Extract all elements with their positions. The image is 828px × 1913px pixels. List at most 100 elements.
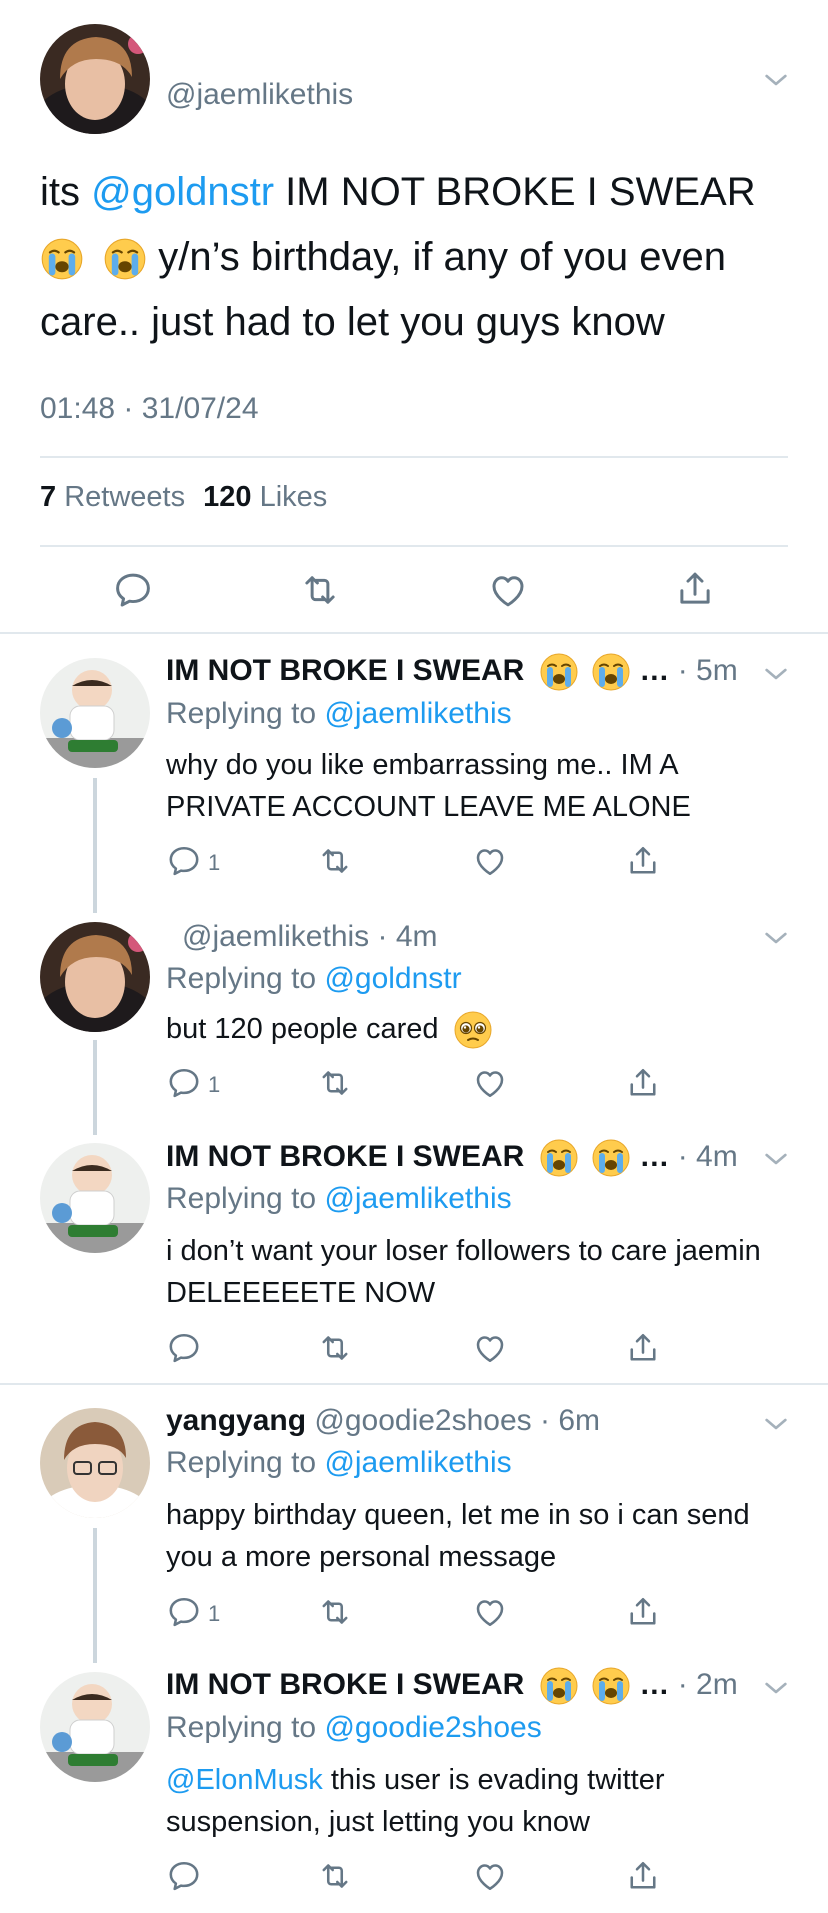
- display-name[interactable]: IM NOT BROKE I SWEAR: [166, 1140, 524, 1173]
- reply-header: IM NOT BROKE I SWEAR … · 2m: [166, 1666, 738, 1706]
- share-icon[interactable]: [625, 1594, 661, 1630]
- like-icon[interactable]: [472, 1858, 508, 1894]
- divider: [40, 545, 788, 547]
- reply-icon[interactable]: [166, 1330, 202, 1366]
- thread-line: [93, 1040, 97, 1135]
- like-icon[interactable]: [487, 569, 529, 611]
- share-icon[interactable]: [625, 1858, 661, 1894]
- like-icon[interactable]: [472, 1065, 508, 1101]
- reply-count: 1: [208, 1072, 221, 1097]
- avatar-goodie2shoes[interactable]: [40, 1408, 150, 1518]
- crying-emoji: [539, 1138, 579, 1178]
- reply-time[interactable]: · 2m: [678, 1668, 738, 1701]
- mention-link[interactable]: @jaemlikethis: [324, 1182, 511, 1215]
- chevron-down-icon[interactable]: [760, 1408, 792, 1440]
- replying-to: Replying to @jaemlikethis: [166, 1182, 512, 1215]
- avatar-jaemlikethis[interactable]: [40, 922, 150, 1032]
- pleading-emoji: [453, 1010, 493, 1050]
- retweet-icon[interactable]: [317, 1065, 353, 1101]
- retweet-icon[interactable]: [317, 1594, 353, 1630]
- name-ellipsis: …: [639, 653, 670, 687]
- retweet-icon[interactable]: [299, 569, 341, 611]
- crying-emoji: [103, 237, 147, 281]
- thread-line: [93, 1528, 97, 1663]
- reply-icon[interactable]: [166, 1065, 202, 1101]
- retweet-icon[interactable]: [317, 1858, 353, 1894]
- tweet-text-part: its: [40, 170, 92, 214]
- tweet-stats: 7 Retweets 120 Likes: [40, 481, 327, 514]
- chevron-down-icon[interactable]: [760, 64, 792, 96]
- reply-header: yangyang @goodie2shoes · 6m: [166, 1404, 600, 1438]
- retweet-count[interactable]: 7 Retweets: [40, 481, 185, 513]
- avatar-goldnstr[interactable]: [40, 658, 150, 768]
- replying-to: Replying to @goodie2shoes: [166, 1711, 542, 1744]
- reply-icon[interactable]: [166, 1594, 202, 1630]
- chevron-down-icon[interactable]: [760, 922, 792, 954]
- mention-link[interactable]: @jaemlikethis: [324, 1446, 511, 1479]
- reply-header: @jaemlikethis · 4m: [182, 920, 438, 954]
- share-icon[interactable]: [625, 1065, 661, 1101]
- crying-emoji: [591, 652, 631, 692]
- mention-link[interactable]: @goldnstr: [91, 170, 274, 214]
- display-name[interactable]: yangyang: [166, 1404, 306, 1437]
- mention-link[interactable]: @ElonMusk: [166, 1764, 323, 1796]
- reply-text: but 120 people cared: [166, 1008, 796, 1050]
- thread-line: [93, 778, 97, 913]
- display-name[interactable]: IM NOT BROKE I SWEAR: [166, 1668, 524, 1701]
- mention-link[interactable]: @goldnstr: [324, 962, 461, 995]
- retweet-icon[interactable]: [317, 1330, 353, 1366]
- divider: [40, 456, 788, 458]
- reply-count: 1: [208, 850, 221, 875]
- crying-emoji: [591, 1666, 631, 1706]
- reply-icon[interactable]: [166, 1858, 202, 1894]
- name-ellipsis: …: [639, 1667, 670, 1701]
- reply-count: 1: [208, 1601, 221, 1626]
- crying-emoji: [591, 1138, 631, 1178]
- reply-text: why do you like embarrassing me.. IM A P…: [166, 749, 691, 823]
- reply-header: IM NOT BROKE I SWEAR … · 5m: [166, 652, 738, 692]
- replying-to: Replying to @jaemlikethis: [166, 697, 512, 730]
- divider: [0, 1383, 828, 1385]
- reply-text: @ElonMusk this user is evading twitter s…: [166, 1759, 796, 1843]
- reply-header: IM NOT BROKE I SWEAR … · 4m: [166, 1138, 738, 1178]
- crying-emoji: [539, 652, 579, 692]
- like-count[interactable]: 120 Likes: [203, 481, 327, 513]
- reply-text: i don’t want your loser followers to car…: [166, 1235, 761, 1309]
- tweet-timestamp[interactable]: 01:48 · 31/07/24: [40, 392, 259, 426]
- display-name[interactable]: IM NOT BROKE I SWEAR: [166, 654, 524, 687]
- crying-emoji: [539, 1666, 579, 1706]
- retweet-icon[interactable]: [317, 843, 353, 879]
- like-icon[interactable]: [472, 843, 508, 879]
- reply-text: happy birthday queen, let me in so i can…: [166, 1499, 750, 1573]
- reply-time[interactable]: · 4m: [378, 920, 438, 953]
- divider: [0, 632, 828, 634]
- reply-time[interactable]: · 6m: [540, 1404, 600, 1437]
- mention-link[interactable]: @jaemlikethis: [324, 697, 511, 730]
- handle[interactable]: @goodie2shoes: [314, 1404, 531, 1437]
- avatar-goldnstr[interactable]: [40, 1672, 150, 1782]
- share-icon[interactable]: [625, 843, 661, 879]
- tweet-author-handle[interactable]: @jaemlikethis: [166, 78, 353, 112]
- tweet-text-part: IM NOT BROKE I SWEAR: [274, 170, 756, 214]
- replying-to: Replying to @goldnstr: [166, 962, 462, 995]
- mention-link[interactable]: @goodie2shoes: [324, 1711, 541, 1744]
- handle[interactable]: @jaemlikethis: [182, 920, 369, 953]
- chevron-down-icon[interactable]: [760, 1143, 792, 1175]
- reply-text-part: but 120 people cared: [166, 1013, 439, 1045]
- avatar-jaemlikethis[interactable]: [40, 24, 150, 134]
- reply-time[interactable]: · 4m: [678, 1140, 738, 1173]
- chevron-down-icon[interactable]: [760, 1672, 792, 1704]
- name-ellipsis: …: [639, 1139, 670, 1173]
- reply-time[interactable]: · 5m: [678, 654, 738, 687]
- share-icon[interactable]: [674, 568, 716, 610]
- tweet-body: its @goldnstr IM NOT BROKE I SWEAR y/n’s…: [40, 160, 800, 355]
- like-icon[interactable]: [472, 1594, 508, 1630]
- like-icon[interactable]: [472, 1330, 508, 1366]
- crying-emoji: [40, 237, 84, 281]
- reply-icon[interactable]: [166, 843, 202, 879]
- share-icon[interactable]: [625, 1330, 661, 1366]
- replying-to: Replying to @jaemlikethis: [166, 1446, 512, 1479]
- avatar-goldnstr[interactable]: [40, 1143, 150, 1253]
- reply-icon[interactable]: [112, 569, 154, 611]
- chevron-down-icon[interactable]: [760, 658, 792, 690]
